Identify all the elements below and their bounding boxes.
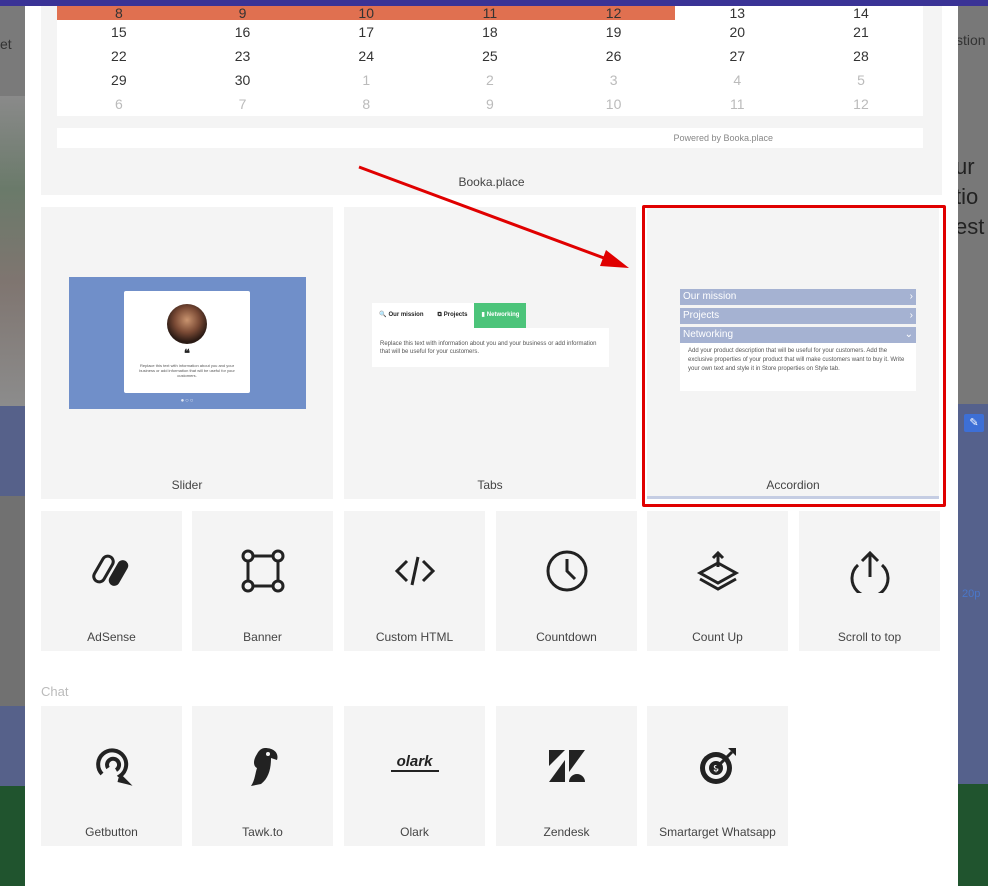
annotation-arrow <box>358 165 629 268</box>
